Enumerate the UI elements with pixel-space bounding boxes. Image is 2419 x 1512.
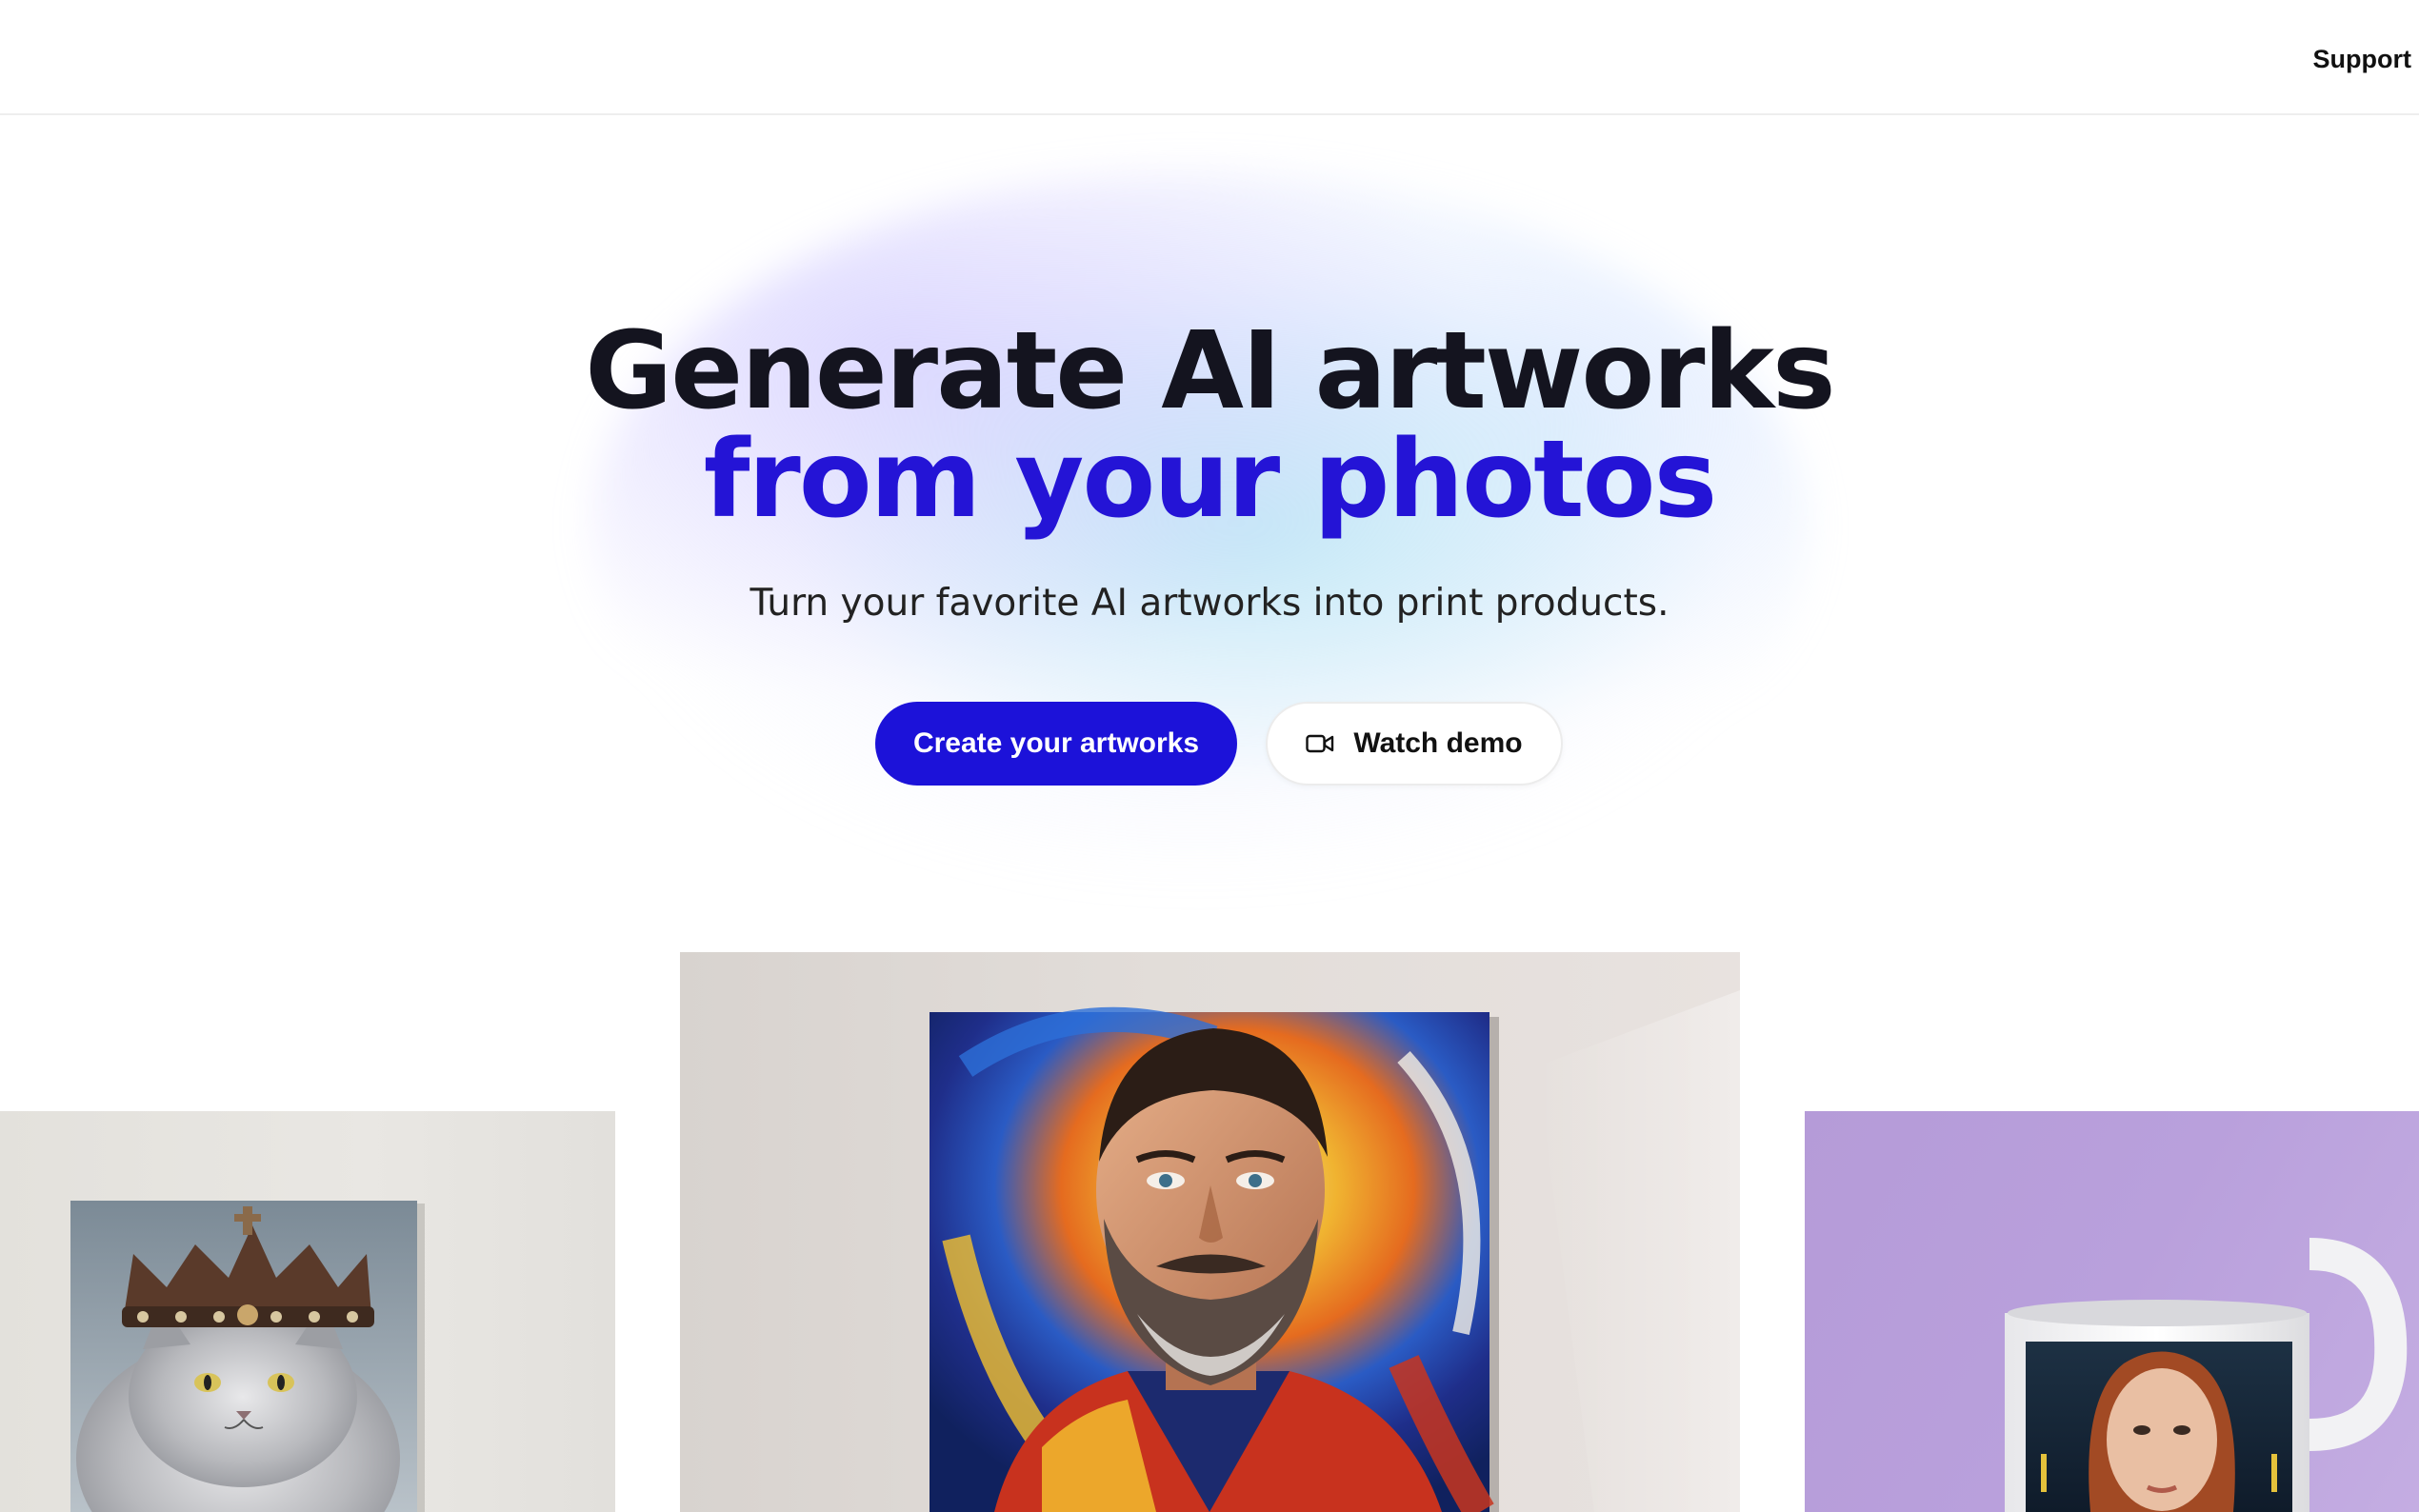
hero-cta-row: Create your artworks Watch demo (0, 702, 2419, 786)
gallery-card-portrait-canvas (680, 952, 1740, 1512)
hero-headline-line2: from your photos (703, 418, 1718, 542)
mug-artwork-image (2005, 1238, 2408, 1512)
hero-headline-line1: Generate AI artworks (585, 309, 1835, 433)
create-artworks-button[interactable]: Create your artworks (875, 702, 1237, 786)
gallery-card-cat-canvas (0, 1111, 615, 1512)
watch-demo-label: Watch demo (1353, 727, 1523, 759)
bearded-man-artwork-image (930, 990, 1740, 1512)
top-navigation-bar: Support (0, 0, 2419, 115)
hero-subtitle: Turn your favorite AI artworks into prin… (750, 582, 1669, 625)
video-camera-icon (1306, 734, 1334, 753)
cat-crown-artwork-image (70, 1201, 425, 1512)
watch-demo-button[interactable]: Watch demo (1266, 702, 1563, 786)
support-link[interactable]: Support (2313, 40, 2419, 78)
gallery-card-mug (1805, 1111, 2419, 1512)
landing-page: Support Generate AI artworks from your p… (0, 0, 2419, 1512)
hero-section: Generate AI artworks from your photos Tu… (0, 314, 2419, 627)
